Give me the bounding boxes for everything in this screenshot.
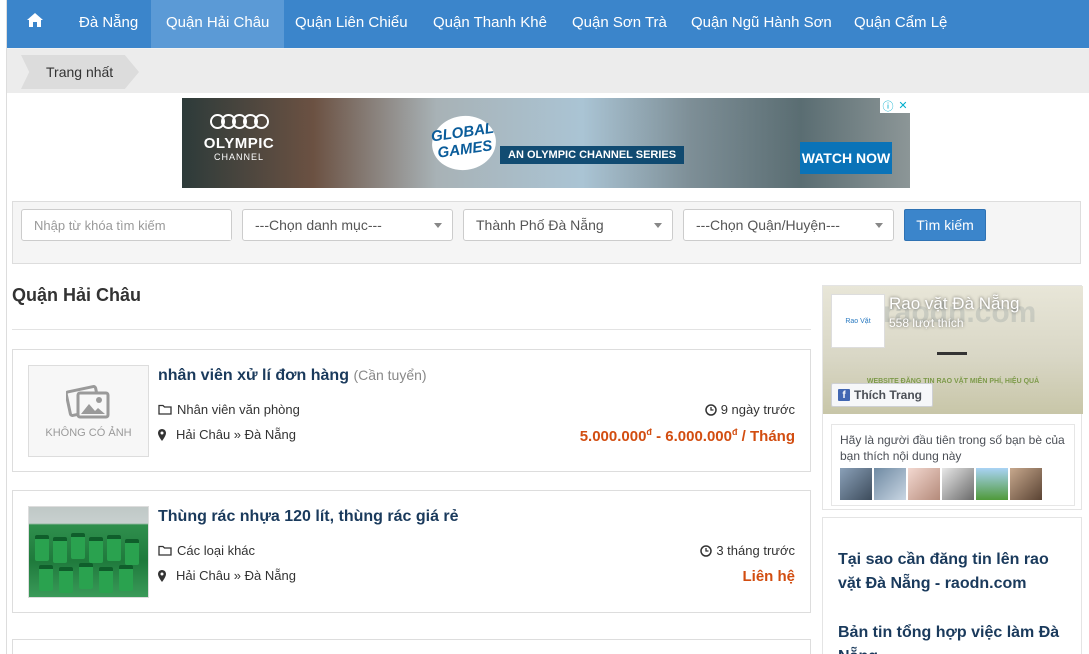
facebook-page-name[interactable]: Rao vặt Đà Nẵng (889, 294, 1019, 314)
listing-price: 5.000.000đ - 6.000.000đ / Tháng (579, 427, 795, 445)
nav-home[interactable] (7, 0, 63, 48)
folder-icon (158, 404, 172, 415)
keyword-field[interactable] (21, 209, 232, 241)
listing-time: 3 tháng trước (700, 543, 795, 558)
title-divider (12, 329, 811, 330)
nav-item-thanh-khe[interactable]: Quận Thanh Khê (418, 0, 562, 48)
nav-item-ngu-hanh-son[interactable]: Quận Ngũ Hành Sơn (676, 0, 847, 48)
clock-icon (700, 544, 713, 557)
district-select-value: ---Chọn Quận/Huyện--- (696, 217, 840, 233)
city-select-value: Thành Phố Đà Nẵng (476, 217, 604, 233)
facebook-icon: f (838, 389, 850, 401)
sidebar-articles: Tại sao cần đăng tin lên rao vặt Đà Nẵng… (822, 517, 1082, 654)
listing-card: KHÔNG CÓ ẢNH nhân viên xử lí đơn hàng (C… (12, 349, 811, 472)
search-bar: ---Chọn danh mục--- Thành Phố Đà Nẵng --… (12, 201, 1081, 264)
avatar[interactable] (874, 468, 906, 500)
listing-card (12, 639, 811, 654)
folder-icon (158, 545, 172, 556)
olympic-rings-icon (194, 114, 284, 129)
listing-category[interactable]: Nhân viên văn phòng (158, 402, 300, 417)
olympic-channel-logo: OLYMPIC CHANNEL (194, 114, 284, 162)
listing-thumbnail[interactable]: KHÔNG CÓ ẢNH (28, 365, 149, 457)
ad-info-icon[interactable]: ⓘ (882, 98, 893, 114)
ad-choices[interactable]: ⓘ ✕ (880, 98, 910, 113)
map-marker-icon (158, 428, 166, 441)
sidebar-article-link[interactable]: Bản tin tổng hợp việc làm Đà Nẵng (838, 621, 1070, 654)
avatar[interactable] (942, 468, 974, 500)
clock-icon (704, 403, 717, 416)
watch-now-button[interactable]: WATCH NOW (800, 142, 892, 174)
search-button[interactable]: Tìm kiếm (904, 209, 986, 241)
city-select[interactable]: Thành Phố Đà Nẵng (463, 209, 673, 241)
nav-item-lien-chieu[interactable]: Quận Liên Chiểu (280, 0, 423, 48)
nav-item-da-nang[interactable]: Đà Nẵng (64, 0, 153, 48)
facebook-friends-box: Hãy là người đầu tiên trong số bạn bè củ… (831, 424, 1075, 506)
advertisement-banner[interactable]: OLYMPIC CHANNEL GLOBAL GAMES AN OLYMPIC … (182, 98, 910, 188)
home-icon (26, 1, 44, 47)
page-logo[interactable]: Rao Vặt (831, 294, 885, 348)
map-marker-icon (158, 569, 166, 582)
avatar[interactable] (840, 468, 872, 500)
avatar[interactable] (976, 468, 1008, 500)
listing-price: Liên hệ (742, 568, 795, 585)
listing-location: Hải Châu » Đà Nẵng (158, 568, 296, 583)
no-image-placeholder: KHÔNG CÓ ẢNH (29, 366, 148, 456)
listing-category[interactable]: Các loại khác (158, 543, 255, 558)
ad-close-icon[interactable]: ✕ (898, 99, 907, 112)
facebook-friends-text: Hãy là người đầu tiên trong số bạn bè củ… (840, 433, 1065, 463)
breadcrumb: Trang nhất (7, 49, 1089, 93)
avatar[interactable] (1010, 468, 1042, 500)
category-select[interactable]: ---Chọn danh mục--- (242, 209, 453, 241)
sidebar-article-link[interactable]: Tại sao cần đăng tin lên rao vặt Đà Nẵng… (838, 548, 1070, 596)
district-select[interactable]: ---Chọn Quận/Huyện--- (683, 209, 894, 241)
listing-thumbnail[interactable] (28, 506, 149, 598)
image-placeholder-icon (65, 385, 109, 419)
listing-time: 9 ngày trước (704, 402, 795, 417)
facebook-like-count: 558 lượt thích (889, 316, 964, 330)
listing-location: Hải Châu » Đà Nẵng (158, 427, 296, 442)
facebook-page-widget: raodn.com WEBSITE ĐĂNG TIN RAO VẶT MIỄN … (822, 285, 1083, 510)
listing-card: Thùng rác nhựa 120 lít, thùng rác giá rẻ… (12, 490, 811, 613)
listing-type: (Cần tuyển) (353, 367, 427, 383)
global-games-badge: GLOBAL GAMES (428, 111, 500, 175)
like-page-button[interactable]: f Thích Trang (831, 383, 933, 407)
cover-divider (937, 352, 967, 355)
nav-item-son-tra[interactable]: Quận Sơn Trà (557, 0, 682, 48)
chevron-down-icon (654, 223, 662, 228)
nav-item-hai-chau[interactable]: Quận Hải Châu (151, 0, 285, 48)
listing-title[interactable]: Thùng rác nhựa 120 lít, thùng rác giá rẻ (158, 508, 459, 526)
chevron-down-icon (434, 223, 442, 228)
page-title: Quận Hải Châu (12, 285, 142, 305)
trash-bins-photo (29, 507, 148, 597)
listing-title[interactable]: nhân viên xử lí đơn hàng (Cần tuyển) (158, 367, 427, 385)
avatar[interactable] (908, 468, 940, 500)
facebook-cover[interactable]: raodn.com WEBSITE ĐĂNG TIN RAO VẶT MIỄN … (823, 286, 1083, 414)
main-nav: Đà Nẵng Quận Hải Châu Quận Liên Chiểu Qu… (7, 0, 1089, 48)
search-input[interactable] (34, 211, 231, 240)
page-frame: Đà Nẵng Quận Hải Châu Quận Liên Chiểu Qu… (6, 0, 1089, 654)
category-select-value: ---Chọn danh mục--- (255, 217, 382, 233)
chevron-down-icon (875, 223, 883, 228)
breadcrumb-home-link[interactable]: Trang nhất (21, 55, 139, 89)
main-content: OLYMPIC CHANNEL GLOBAL GAMES AN OLYMPIC … (7, 93, 1089, 654)
nav-item-cam-le[interactable]: Quận Cẩm Lệ (839, 0, 962, 48)
ad-series-label: AN OLYMPIC CHANNEL SERIES (500, 146, 685, 164)
